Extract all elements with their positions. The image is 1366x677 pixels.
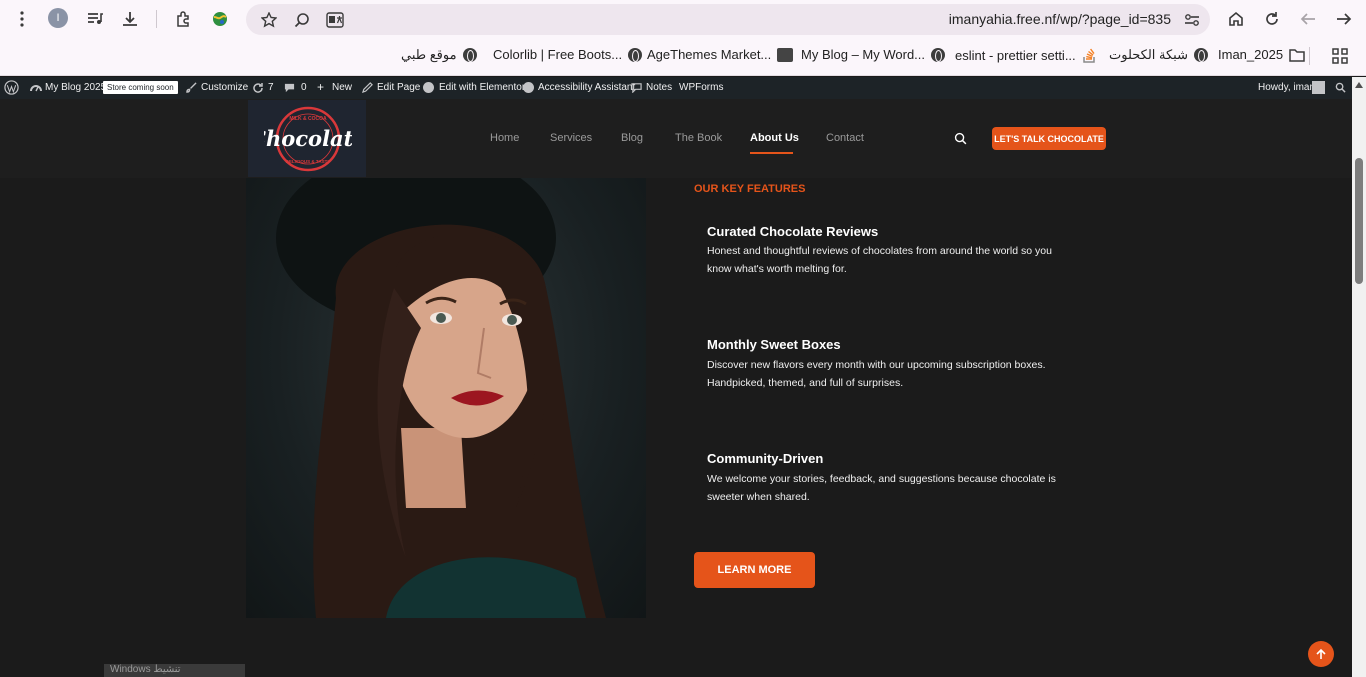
apps-grid-icon[interactable] (1330, 46, 1350, 66)
pencil-icon (362, 82, 373, 93)
globe-icon (1193, 48, 1208, 62)
toolbar-divider (156, 10, 157, 28)
admin-edit-page[interactable]: Edit Page (377, 82, 420, 93)
stackoverflow-icon (1082, 48, 1095, 63)
bookmark-my-blog[interactable]: My Blog – My Word... (801, 47, 946, 62)
admin-new[interactable]: New (332, 82, 352, 93)
folder-icon (1289, 48, 1305, 62)
zoom-icon[interactable] (291, 9, 313, 31)
bookmark-label: Iman_2025 (1218, 47, 1284, 62)
feature-title-1: Curated Chocolate Reviews (707, 224, 879, 239)
menu-kebab-icon[interactable] (12, 9, 32, 29)
bookmark-star-icon[interactable] (258, 9, 280, 31)
main-content (0, 178, 1352, 677)
logo-ring-bottom: DELICIOUS & TASTY (286, 159, 331, 164)
profile-avatar[interactable]: I (48, 8, 68, 28)
address-bar[interactable]: imanyahia.free.nf/wp/?page_id=835 (246, 4, 1210, 35)
bookmark-label: AgeThemes Market... (647, 47, 772, 62)
bookmark-agethemes[interactable]: AgeThemes Market... (647, 47, 794, 62)
admin-search-icon[interactable] (1335, 82, 1346, 93)
bookmark-label: شبكة الكحلوت (1109, 47, 1188, 62)
translate-icon[interactable] (324, 9, 346, 31)
site-settings-icon[interactable] (1181, 9, 1203, 31)
admin-site-name[interactable]: My Blog 2025 (45, 82, 106, 93)
globe-icon (462, 48, 477, 62)
accessibility-icon (523, 82, 534, 93)
nav-blog[interactable]: Blog (621, 132, 643, 144)
scrollbar-thumb[interactable] (1355, 158, 1363, 284)
agethemes-icon (777, 47, 794, 62)
browser-toolbar: I imanyahia.free.nf/wp/?page_id=835 (0, 0, 1366, 38)
feature-title-2: Monthly Sweet Boxes (707, 337, 841, 352)
admin-customize[interactable]: Customize (201, 82, 248, 93)
arrow-up-icon (1316, 648, 1326, 659)
admin-howdy[interactable]: Howdy, iman (1258, 82, 1315, 93)
bookmark-label: موقع طبي (401, 47, 457, 62)
bookmark-kahlout-network[interactable]: شبكة الكحلوت (1109, 47, 1208, 63)
bookmark-label: eslint - prettier setti... (955, 47, 1076, 63)
scroll-up-arrow-icon[interactable] (1355, 82, 1363, 88)
scroll-to-top-button[interactable] (1308, 641, 1334, 667)
wp-admin-bar: My Blog 2025 Store coming soon Customize… (0, 77, 1352, 99)
lets-talk-chocolate-button[interactable]: LET'S TALK CHOCOLATE (992, 127, 1106, 150)
admin-updates-count[interactable]: 7 (268, 82, 274, 93)
bookmark-label: My Blog – My Word... (801, 47, 926, 62)
bookmarks-divider (1309, 47, 1310, 65)
nav-contact[interactable]: Contact (826, 132, 864, 144)
profile-initial: I (56, 12, 60, 24)
admin-edit-elementor[interactable]: Edit with Elementor (439, 82, 525, 93)
bookmark-medical-site[interactable]: موقع طبي (401, 47, 477, 63)
elementor-icon (423, 82, 434, 93)
wordpress-icon[interactable] (4, 80, 19, 95)
key-features-label: OUR KEY FEATURES (694, 183, 806, 195)
bookmark-colorlib[interactable]: Colorlib | Free Boots... (493, 47, 643, 62)
feature-desc-2: Discover new flavors every month with ou… (707, 359, 1046, 389)
nav-home[interactable]: Home (490, 132, 519, 144)
comment-icon (284, 83, 295, 93)
extensions-icon[interactable] (173, 8, 195, 30)
download-icon[interactable] (119, 8, 141, 30)
bookmark-label: Colorlib | Free Boots... (493, 47, 623, 62)
user-avatar[interactable] (1312, 81, 1325, 94)
url-text[interactable]: imanyahia.free.nf/wp/?page_id=835 (949, 11, 1171, 27)
admin-accessibility[interactable]: Accessibility Assistant (538, 82, 635, 93)
logo-ring-top: MILK & COCOA (289, 116, 327, 122)
header-search-icon[interactable] (954, 132, 967, 145)
bookmark-folder-iman[interactable]: Iman_2025 (1218, 47, 1305, 62)
notes-icon (631, 83, 642, 93)
dashboard-icon (30, 85, 42, 92)
store-status-badge: Store coming soon (103, 81, 178, 94)
portrait-photo (246, 178, 646, 618)
plus-icon: + (317, 80, 325, 94)
nav-about-us[interactable]: About Us (750, 132, 799, 144)
admin-wpforms[interactable]: WPForms (679, 82, 723, 93)
back-arrow-icon[interactable] (1297, 8, 1319, 30)
learn-more-button[interactable]: LEARN MORE (694, 552, 815, 588)
admin-notes[interactable]: Notes (646, 82, 672, 93)
reload-icon[interactable] (1261, 8, 1283, 30)
globe-icon (931, 47, 946, 62)
feature-desc-1: Honest and thoughtful reviews of chocola… (707, 245, 1052, 275)
forward-arrow-icon[interactable] (1333, 8, 1355, 30)
updates-icon (253, 83, 263, 93)
extension-globe-icon[interactable] (209, 8, 231, 30)
logo-text: Chocolate (264, 126, 352, 151)
media-control-icon[interactable] (84, 8, 106, 30)
feature-desc-3: We welcome your stories, feedback, and s… (707, 473, 1056, 503)
feature-title-3: Community-Driven (707, 451, 824, 466)
globe-icon (628, 47, 643, 62)
nav-the-book[interactable]: The Book (675, 132, 722, 144)
brush-icon (186, 82, 197, 93)
windows-activation-watermark: Windows تنشيط (104, 664, 245, 677)
bookmark-eslint[interactable]: eslint - prettier setti... (955, 47, 1096, 63)
home-icon[interactable] (1225, 8, 1247, 30)
nav-services[interactable]: Services (550, 132, 592, 144)
admin-comments-count[interactable]: 0 (301, 82, 307, 93)
site-logo[interactable]: MILK & COCOA DELICIOUS & TASTY Chocolate (264, 106, 352, 172)
nav-active-underline (750, 152, 793, 154)
